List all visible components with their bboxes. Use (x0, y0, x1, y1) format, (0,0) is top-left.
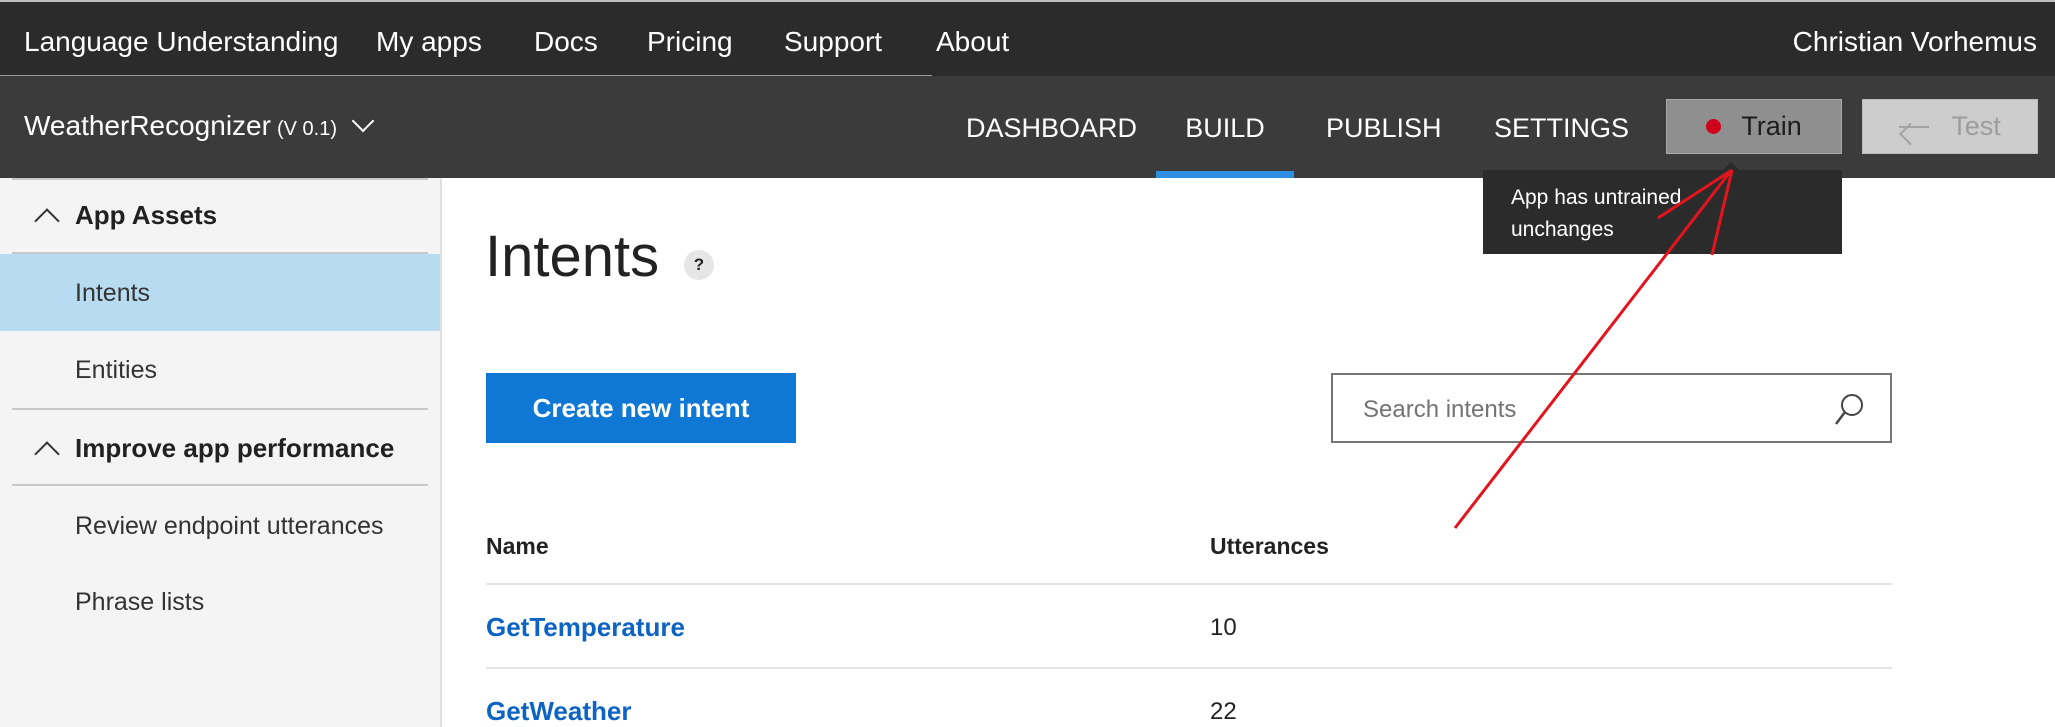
tab-build-label: BUILD (1185, 113, 1265, 143)
user-name[interactable]: Christian Vorhemus (1793, 2, 2037, 78)
sidebar-item-intents[interactable]: Intents (0, 254, 440, 331)
sidebar-divider (12, 178, 428, 180)
chevron-up-icon (34, 208, 60, 234)
train-label: Train (1741, 111, 1802, 141)
search-icon[interactable] (1834, 393, 1864, 427)
tooltip-line-1: App has untrained (1511, 186, 1682, 209)
section-app-assets-label: App Assets (75, 200, 218, 230)
nav-my-apps[interactable]: My apps (376, 2, 482, 78)
column-header-utterances[interactable]: Utterances (1210, 533, 1329, 560)
utterance-count: 22 (1210, 698, 1237, 725)
create-new-intent-button[interactable]: Create new intent (486, 373, 796, 443)
test-label: Test (1951, 111, 2001, 141)
untrained-status-dot (1706, 119, 1722, 134)
tab-dashboard[interactable]: DASHBOARD (966, 76, 1137, 178)
intent-link-getweather[interactable]: GetWeather (486, 696, 631, 727)
section-improve-label: Improve app performance (75, 433, 395, 463)
nav-docs[interactable]: Docs (534, 2, 598, 78)
app-name: WeatherRecognizer (24, 110, 271, 141)
nav-pricing[interactable]: Pricing (647, 2, 733, 78)
page-title: Intents (485, 224, 660, 289)
test-button[interactable]: Test (1862, 99, 2038, 154)
sidebar-divider (12, 408, 428, 410)
tab-settings[interactable]: SETTINGS (1494, 76, 1629, 178)
column-header-name[interactable]: Name (486, 533, 549, 560)
chevron-down-icon (351, 109, 375, 133)
sidebar-item-label: Intents (75, 279, 151, 307)
section-app-assets[interactable]: App Assets (0, 200, 440, 234)
intent-link-gettemperature[interactable]: GetTemperature (486, 612, 685, 643)
tab-publish[interactable]: PUBLISH (1326, 76, 1442, 178)
brand-link[interactable]: Language Understanding (24, 2, 338, 78)
nav-about[interactable]: About (936, 2, 1009, 78)
sidebar-item-label: Phrase lists (75, 588, 205, 616)
tab-build[interactable]: BUILD (1156, 76, 1294, 178)
sidebar-item-review-endpoint-utterances[interactable]: Review endpoint utterances (0, 486, 440, 562)
tooltip-line-2: unchanges (1511, 218, 1614, 241)
table-divider (486, 583, 1892, 585)
chevron-up-icon (34, 441, 60, 467)
sidebar-item-entities[interactable]: Entities (0, 331, 440, 407)
search-input[interactable]: Search intents (1331, 373, 1892, 443)
table-divider (486, 667, 1892, 669)
nav-support[interactable]: Support (784, 2, 882, 78)
section-improve-app-performance[interactable]: Improve app performance (0, 433, 440, 467)
train-button[interactable]: Train (1666, 99, 1842, 154)
sidebar-item-label: Review endpoint utterances (75, 512, 384, 540)
app-version: (V 0.1) (276, 118, 337, 140)
train-tooltip: App has untrained unchanges (1483, 170, 1842, 254)
utterance-count: 10 (1210, 614, 1237, 641)
top-navigation-bar: Language Understanding My apps Docs Pric… (0, 0, 2055, 76)
help-icon[interactable]: ? (684, 250, 714, 280)
sidebar-item-label: Entities (75, 356, 157, 384)
sidebar-item-phrase-lists[interactable]: Phrase lists (0, 562, 440, 638)
app-selector[interactable]: WeatherRecognizer (V 0.1) (24, 109, 375, 142)
arrow-left-icon (1899, 125, 1930, 128)
active-tab-indicator (1156, 171, 1294, 178)
sidebar: App Assets Intents Entities Improve app … (0, 178, 442, 727)
search-placeholder: Search intents (1363, 396, 1517, 423)
